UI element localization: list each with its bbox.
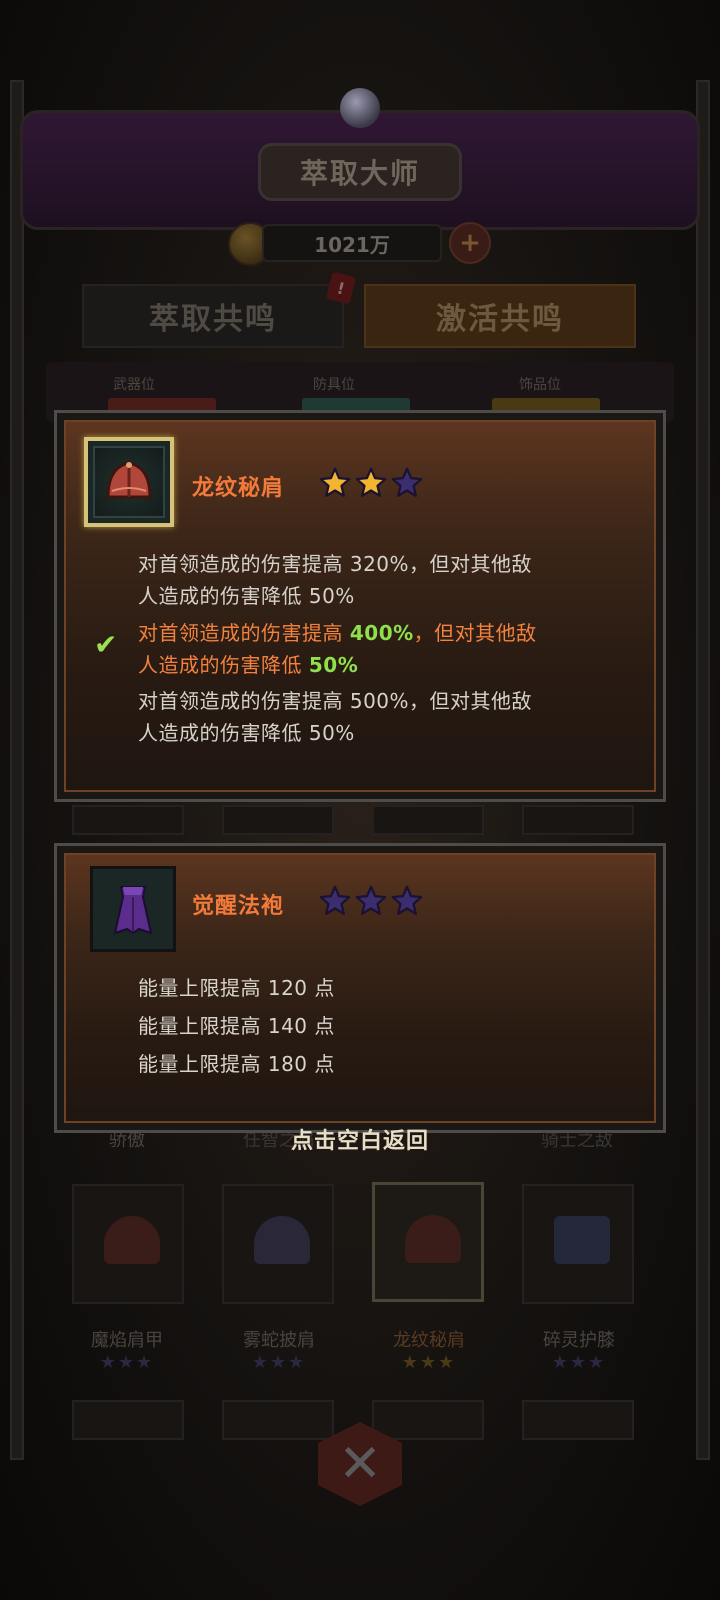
item-card[interactable] xyxy=(372,805,484,835)
tap-to-return-hint[interactable]: 点击空白返回 xyxy=(0,1123,720,1155)
cape-icon xyxy=(254,1216,310,1264)
purple-robe-icon xyxy=(113,886,153,935)
tooltip-card-shoulder: 龙纹秘肩 对首领造成的伤害提高 320%，但对其他敌 人造成的伤害降低 50% … xyxy=(54,410,666,802)
shoulder-armor-icon xyxy=(106,461,152,499)
star-empty-icon xyxy=(391,885,423,915)
option-text: ，但对其他敌 xyxy=(413,621,537,645)
item-card[interactable] xyxy=(72,1400,184,1440)
star-empty-icon xyxy=(355,885,387,915)
currency-amount: 1021万 xyxy=(262,224,442,262)
add-currency-button[interactable]: + xyxy=(449,222,491,264)
option-line-selected: 对首领造成的伤害提高 400%，但对其他敌 人造成的伤害降低 50% xyxy=(138,617,618,681)
frame-right xyxy=(696,80,710,1460)
tab-extract-resonance[interactable]: 萃取共鸣 xyxy=(82,284,344,348)
star-rating xyxy=(318,466,424,500)
option-text: 对首领造成的伤害提高 500%，但对其他敌 xyxy=(138,689,533,713)
item-card[interactable] xyxy=(72,805,184,835)
option-value: 50% xyxy=(308,653,359,677)
pants-icon xyxy=(554,1216,610,1264)
stat-line: 能量上限提高 140 点 xyxy=(138,1014,335,1038)
item-name: 碎灵护膝 xyxy=(543,1330,615,1351)
stat-line: 能量上限提高 120 点 xyxy=(138,976,335,1000)
item-card[interactable] xyxy=(522,805,634,835)
slot-label-weapon: 武器位 xyxy=(113,377,155,393)
frame-left xyxy=(10,80,24,1460)
item-card-selected[interactable] xyxy=(372,1182,484,1302)
item-card[interactable] xyxy=(72,1184,184,1304)
helmet-icon xyxy=(104,1216,160,1264)
option-line: 对首领造成的伤害提高 500%，但对其他敌 人造成的伤害降低 50% xyxy=(138,685,618,749)
item-stars: ★★★ xyxy=(401,1352,457,1373)
option-text: 人造成的伤害降低 50% xyxy=(138,584,355,608)
star-empty-icon xyxy=(391,467,423,497)
item-stars: ★★★ xyxy=(251,1352,307,1373)
item-icon-frame xyxy=(84,437,174,527)
orb-icon xyxy=(340,88,380,128)
item-name: 雾蛇披肩 xyxy=(243,1330,315,1351)
item-name: 觉醒法袍 xyxy=(192,894,285,919)
item-stars: ★★★ xyxy=(99,1352,155,1373)
option-text: 对首领造成的伤害提高 320%，但对其他敌 xyxy=(138,552,533,576)
star-empty-icon xyxy=(319,885,351,915)
star-rating xyxy=(318,884,424,918)
item-name: 魔焰肩甲 xyxy=(91,1330,163,1351)
item-icon-frame xyxy=(90,866,176,952)
star-filled-icon xyxy=(319,467,351,497)
item-card[interactable] xyxy=(222,805,334,835)
option-line: 对首领造成的伤害提高 320%，但对其他敌 人造成的伤害降低 50% xyxy=(138,548,618,612)
slot-label-accessory: 饰品位 xyxy=(519,377,561,393)
check-icon: ✔ xyxy=(94,628,118,661)
tooltip-card-body: 龙纹秘肩 对首领造成的伤害提高 320%，但对其他敌 人造成的伤害降低 50% … xyxy=(64,420,656,792)
page-title: 萃取大师 xyxy=(258,143,462,201)
tab-activate-resonance[interactable]: 激活共鸣 xyxy=(364,284,636,348)
option-value: 400% xyxy=(349,621,414,645)
option-text: 对首领造成的伤害提高 xyxy=(138,621,350,645)
item-card[interactable] xyxy=(522,1184,634,1304)
star-filled-icon xyxy=(355,467,387,497)
item-card[interactable] xyxy=(522,1400,634,1440)
item-name: 龙纹秘肩 xyxy=(192,476,285,501)
option-text: 人造成的伤害降低 xyxy=(138,653,309,677)
item-card[interactable] xyxy=(222,1400,334,1440)
item-card[interactable] xyxy=(222,1184,334,1304)
item-card[interactable] xyxy=(372,1400,484,1440)
tooltip-card-robe: 觉醒法袍 能量上限提高 120 点 能量上限提高 140 点 能量上限提高 18… xyxy=(54,843,666,1133)
shoulder-armor-icon xyxy=(405,1215,461,1263)
option-text: 人造成的伤害降低 50% xyxy=(138,721,355,745)
stat-line: 能量上限提高 180 点 xyxy=(138,1052,335,1076)
item-name: 龙纹秘肩 xyxy=(393,1330,465,1351)
tooltip-card-body: 觉醒法袍 能量上限提高 120 点 能量上限提高 140 点 能量上限提高 18… xyxy=(64,853,656,1123)
item-stars: ★★★ xyxy=(551,1352,607,1373)
slot-label-armor: 防具位 xyxy=(313,377,355,393)
